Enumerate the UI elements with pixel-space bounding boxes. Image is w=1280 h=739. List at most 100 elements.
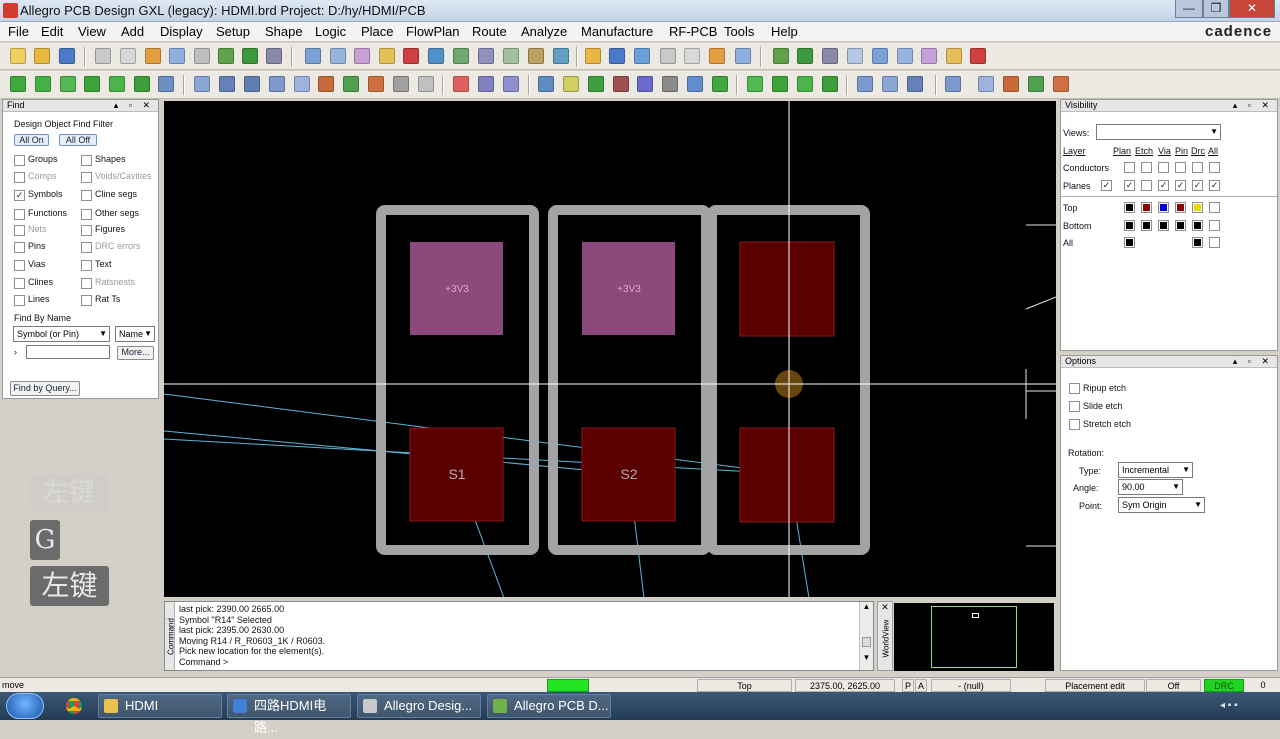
tool-icon[interactable]: [379, 48, 395, 64]
menu-flowplan[interactable]: FlowPlan: [406, 24, 459, 39]
menu-file[interactable]: File: [8, 24, 29, 39]
chrome-icon[interactable]: [66, 698, 82, 714]
tool-icon[interactable]: [453, 76, 469, 92]
tool-icon[interactable]: [897, 48, 913, 64]
status-p-button[interactable]: P: [902, 679, 914, 692]
tool-icon[interactable]: [797, 76, 813, 92]
worldview-viewport[interactable]: [972, 613, 979, 618]
tool-icon[interactable]: [109, 76, 125, 92]
tool-icon[interactable]: [218, 48, 234, 64]
command-scrollbar[interactable]: ▲ ▼: [859, 602, 873, 670]
all-on-button[interactable]: All On: [14, 134, 49, 146]
filter-checkbox-ratsnests[interactable]: [81, 278, 92, 289]
rotation-angle-select[interactable]: 90.00: [1118, 479, 1183, 495]
layer-all-checkbox[interactable]: [1209, 202, 1220, 213]
tool-icon[interactable]: [503, 48, 519, 64]
tool-icon[interactable]: [269, 76, 285, 92]
tool-icon[interactable]: [609, 48, 625, 64]
filter-checkbox-comps[interactable]: [14, 172, 25, 183]
tool-icon[interactable]: [613, 76, 629, 92]
tool-icon[interactable]: [857, 76, 873, 92]
panel-controls-icon[interactable]: ▴ ▫ ✕: [1233, 100, 1273, 111]
tool-icon[interactable]: [453, 48, 469, 64]
plane-visibility-checkbox[interactable]: ✓: [1158, 180, 1169, 191]
tool-icon[interactable]: [134, 76, 150, 92]
tool-icon[interactable]: [158, 76, 174, 92]
pcb-view[interactable]: +3V3 +3V3 S1 S2: [164, 101, 1056, 597]
tool-icon[interactable]: [428, 48, 444, 64]
find-name-select[interactable]: Name: [115, 326, 155, 342]
tool-icon[interactable]: [747, 76, 763, 92]
tool-icon[interactable]: [709, 48, 725, 64]
tool-icon[interactable]: [660, 48, 676, 64]
tool-icon[interactable]: [588, 76, 604, 92]
layer-color-swatch[interactable]: [1192, 202, 1203, 213]
tool-icon[interactable]: [305, 48, 321, 64]
filter-checkbox-lines[interactable]: [14, 295, 25, 306]
tool-icon[interactable]: [59, 48, 75, 64]
tool-icon[interactable]: [403, 48, 419, 64]
filter-checkbox-functions[interactable]: [14, 209, 25, 220]
scroll-up-icon[interactable]: ▲: [860, 602, 873, 611]
plane-visibility-checkbox[interactable]: ✓: [1192, 180, 1203, 191]
tool-icon[interactable]: [634, 48, 650, 64]
find-name-input[interactable]: [26, 345, 110, 359]
tool-icon[interactable]: [822, 48, 838, 64]
tool-icon[interactable]: [60, 76, 76, 92]
menu-place[interactable]: Place: [361, 24, 394, 39]
conductor-visibility-checkbox[interactable]: [1141, 162, 1152, 173]
tool-icon[interactable]: [343, 76, 359, 92]
menu-route[interactable]: Route: [472, 24, 507, 39]
tool-icon[interactable]: [244, 76, 260, 92]
tool-icon[interactable]: [978, 76, 994, 92]
tool-icon[interactable]: [330, 48, 346, 64]
menu-rf-pcb[interactable]: RF-PCB: [669, 24, 717, 39]
rotation-type-select[interactable]: Incremental: [1118, 462, 1193, 478]
tool-icon[interactable]: [772, 76, 788, 92]
conductor-visibility-checkbox[interactable]: [1124, 162, 1135, 173]
filter-checkbox-shapes[interactable]: [81, 155, 92, 166]
layer-color-swatch[interactable]: [1158, 202, 1169, 213]
command-window[interactable]: Command last pick: 2390.00 2665.00 Symbol…: [164, 601, 874, 671]
filter-checkbox-symbols[interactable]: ✓: [14, 190, 25, 201]
plane-visibility-checkbox[interactable]: ✓: [1101, 180, 1112, 191]
layer-color-swatch[interactable]: [1175, 202, 1186, 213]
tool-icon[interactable]: [393, 76, 409, 92]
tool-icon[interactable]: [687, 76, 703, 92]
menu-add[interactable]: Add: [121, 24, 144, 39]
tool-icon[interactable]: [637, 76, 653, 92]
tool-icon[interactable]: [503, 76, 519, 92]
tool-icon[interactable]: [563, 76, 579, 92]
tool-icon[interactable]: [822, 76, 838, 92]
status-a-button[interactable]: A: [915, 679, 927, 692]
tool-icon[interactable]: [882, 76, 898, 92]
filter-checkbox-drc-errors[interactable]: [81, 242, 92, 253]
tool-icon[interactable]: [712, 76, 728, 92]
plane-visibility-checkbox[interactable]: ✓: [1175, 180, 1186, 191]
filter-checkbox-rat-ts[interactable]: [81, 295, 92, 306]
taskbar-item[interactable]: HDMI: [98, 694, 222, 718]
layer-color-swatch[interactable]: [1124, 202, 1135, 213]
tool-icon[interactable]: [921, 48, 937, 64]
tool-icon[interactable]: [368, 76, 384, 92]
tool-icon[interactable]: [735, 48, 751, 64]
tool-icon[interactable]: [145, 48, 161, 64]
tool-icon[interactable]: [773, 48, 789, 64]
tool-icon[interactable]: [1003, 76, 1019, 92]
status-active-layer[interactable]: Top: [697, 679, 792, 692]
tool-icon[interactable]: [970, 48, 986, 64]
filter-checkbox-nets[interactable]: [14, 225, 25, 236]
filter-checkbox-groups[interactable]: [14, 155, 25, 166]
tool-icon[interactable]: [684, 48, 700, 64]
tool-icon[interactable]: [294, 76, 310, 92]
menu-help[interactable]: Help: [771, 24, 798, 39]
tool-icon[interactable]: [318, 76, 334, 92]
status-drc[interactable]: DRC: [1204, 679, 1244, 692]
taskbar-item[interactable]: Allegro Desig...: [357, 694, 481, 718]
tool-icon[interactable]: [219, 76, 235, 92]
tool-icon[interactable]: [528, 48, 544, 64]
views-select[interactable]: [1096, 124, 1221, 140]
layer-color-swatch[interactable]: [1141, 220, 1152, 231]
menu-setup[interactable]: Setup: [216, 24, 250, 39]
close-button[interactable]: ✕: [1229, 0, 1275, 18]
